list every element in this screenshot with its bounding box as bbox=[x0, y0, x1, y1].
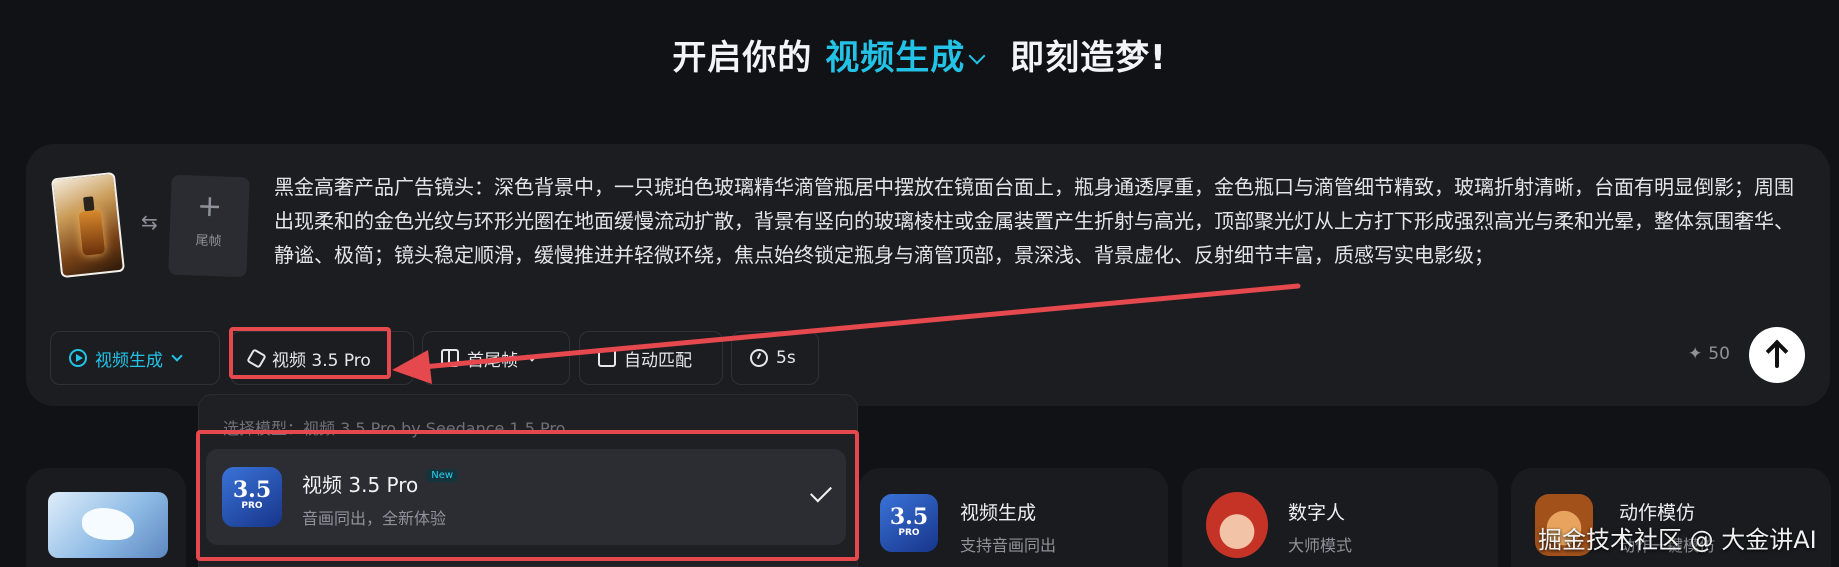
app-root: 开启你的 视频生成 即刻造梦! ⇆ + 尾帧 黑金高奢产品广告镜头：深色背景中，… bbox=[0, 0, 1839, 567]
credits-value: 50 bbox=[1708, 344, 1730, 364]
icon-pro: PRO bbox=[241, 501, 263, 511]
sparkle-icon: ✦ bbox=[1688, 344, 1703, 364]
frame-icon bbox=[441, 349, 459, 367]
submit-button[interactable] bbox=[1749, 327, 1805, 383]
model-option-subtitle: 音画同出，全新体验 bbox=[302, 509, 447, 528]
end-frame-upload[interactable]: + 尾帧 bbox=[168, 174, 250, 278]
arrow-up-icon bbox=[1775, 344, 1779, 368]
model-option-name: 视频 3.5 Pro bbox=[302, 473, 419, 497]
headline-suffix: 即刻造梦! bbox=[1010, 38, 1167, 78]
icon-version: 3.5 bbox=[232, 477, 272, 503]
seedance-icon: 3.5 PRO bbox=[222, 467, 282, 527]
card-title: 视频生成 bbox=[960, 502, 1037, 524]
cube-icon bbox=[246, 347, 267, 369]
frame-mode-label: 首尾帧 bbox=[467, 350, 518, 371]
aspect-ratio-label: 自动匹配 bbox=[624, 350, 692, 371]
dropdown-header: 选择模型：视频 3.5 Pro by Seedance 1.5 Pro bbox=[223, 419, 566, 438]
card-subtitle: 支持音画同出 bbox=[960, 536, 1057, 555]
model-select-button[interactable]: 视频 3.5 Pro bbox=[230, 331, 414, 385]
duration-button[interactable]: 5s bbox=[731, 331, 819, 385]
chevron-down-icon bbox=[968, 47, 986, 64]
aspect-ratio-button[interactable]: 自动匹配 bbox=[579, 331, 723, 385]
pegasus-thumbnail bbox=[48, 492, 168, 558]
clock-icon bbox=[750, 349, 768, 367]
frame-mode-button[interactable]: 首尾帧 bbox=[422, 331, 570, 385]
aspect-ratio-icon bbox=[598, 349, 616, 367]
chevron-down-icon bbox=[171, 350, 183, 362]
prompt-composer: ⇆ + 尾帧 黑金高奢产品广告镜头：深色背景中，一只琥珀色玻璃精华滴管瓶居中摆放… bbox=[26, 144, 1830, 406]
chevron-down-icon bbox=[526, 350, 538, 362]
prompt-textarea[interactable]: 黑金高奢产品广告镜头：深色背景中，一只琥珀色玻璃精华滴管瓶居中摆放在镜面台面上，… bbox=[274, 170, 1804, 272]
avatar bbox=[1206, 492, 1268, 558]
model-option-title: 视频 3.5 Pro New bbox=[302, 469, 459, 498]
feature-card-avatar[interactable]: 数字人 大师模式 bbox=[1182, 468, 1498, 567]
mode-select-button[interactable]: 视频生成 bbox=[50, 331, 220, 385]
feature-card-image[interactable] bbox=[26, 468, 186, 567]
model-option[interactable]: 3.5 PRO 视频 3.5 Pro New 音画同出，全新体验 bbox=[206, 449, 846, 545]
swap-frames-icon[interactable]: ⇆ bbox=[141, 210, 158, 234]
card-title: 数字人 bbox=[1288, 502, 1346, 524]
card-subtitle: 大师模式 bbox=[1288, 536, 1353, 555]
duration-label: 5s bbox=[776, 348, 796, 368]
checkmark-icon bbox=[810, 480, 832, 503]
feature-card-video[interactable]: 3.5 PRO 视频生成 支持音画同出 bbox=[858, 468, 1168, 567]
new-badge: New bbox=[426, 469, 459, 482]
mode-switcher-label: 视频生成 bbox=[825, 38, 966, 78]
seedance-icon: 3.5 PRO bbox=[880, 494, 938, 552]
model-select-label: 视频 3.5 Pro bbox=[272, 350, 371, 371]
video-play-icon bbox=[69, 349, 87, 367]
icon-pro: PRO bbox=[898, 528, 920, 538]
mode-select-label: 视频生成 bbox=[95, 350, 163, 371]
product-image bbox=[78, 209, 106, 256]
credits-cost: ✦ 50 bbox=[1688, 344, 1730, 364]
first-frame-thumbnail[interactable] bbox=[50, 171, 126, 279]
headline-prefix: 开启你的 bbox=[672, 38, 813, 78]
icon-version: 3.5 bbox=[889, 504, 929, 530]
watermark: 掘金技术社区 @ 大金讲AI bbox=[1538, 526, 1817, 554]
mode-switcher[interactable]: 视频生成 bbox=[825, 38, 997, 78]
page-headline: 开启你的 视频生成 即刻造梦! bbox=[0, 30, 1839, 79]
end-frame-label: 尾帧 bbox=[195, 233, 222, 250]
plus-icon: + bbox=[196, 188, 223, 225]
